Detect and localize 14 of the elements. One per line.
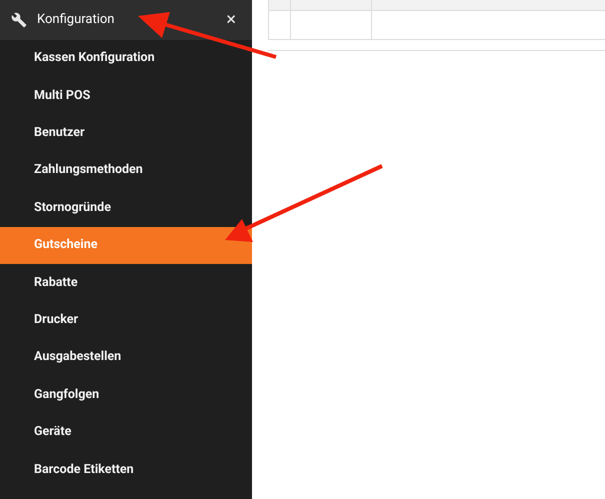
menu-item[interactable]: Kassen Konfiguration [0,40,252,78]
menu-item[interactable]: Stornogründe [0,190,252,227]
wrench-icon [11,12,27,28]
menu-item[interactable]: Barcode Etiketten [0,451,252,489]
menu-item[interactable]: Geräte [0,414,252,452]
close-button[interactable]: × [226,11,236,29]
menu-item[interactable]: Benutzer [0,114,252,152]
menu-item[interactable]: Drucker [0,302,252,340]
menu-item[interactable]: Multi POS [0,77,252,115]
sidebar-title: Konfiguration [37,11,116,30]
menu-item[interactable]: Rabatte [0,264,252,302]
menu-item[interactable]: Zahlungsmethoden [0,152,252,190]
menu-item[interactable]: Ausgabestellen [0,339,252,377]
menu-item[interactable]: Gangfolgen [0,376,252,414]
